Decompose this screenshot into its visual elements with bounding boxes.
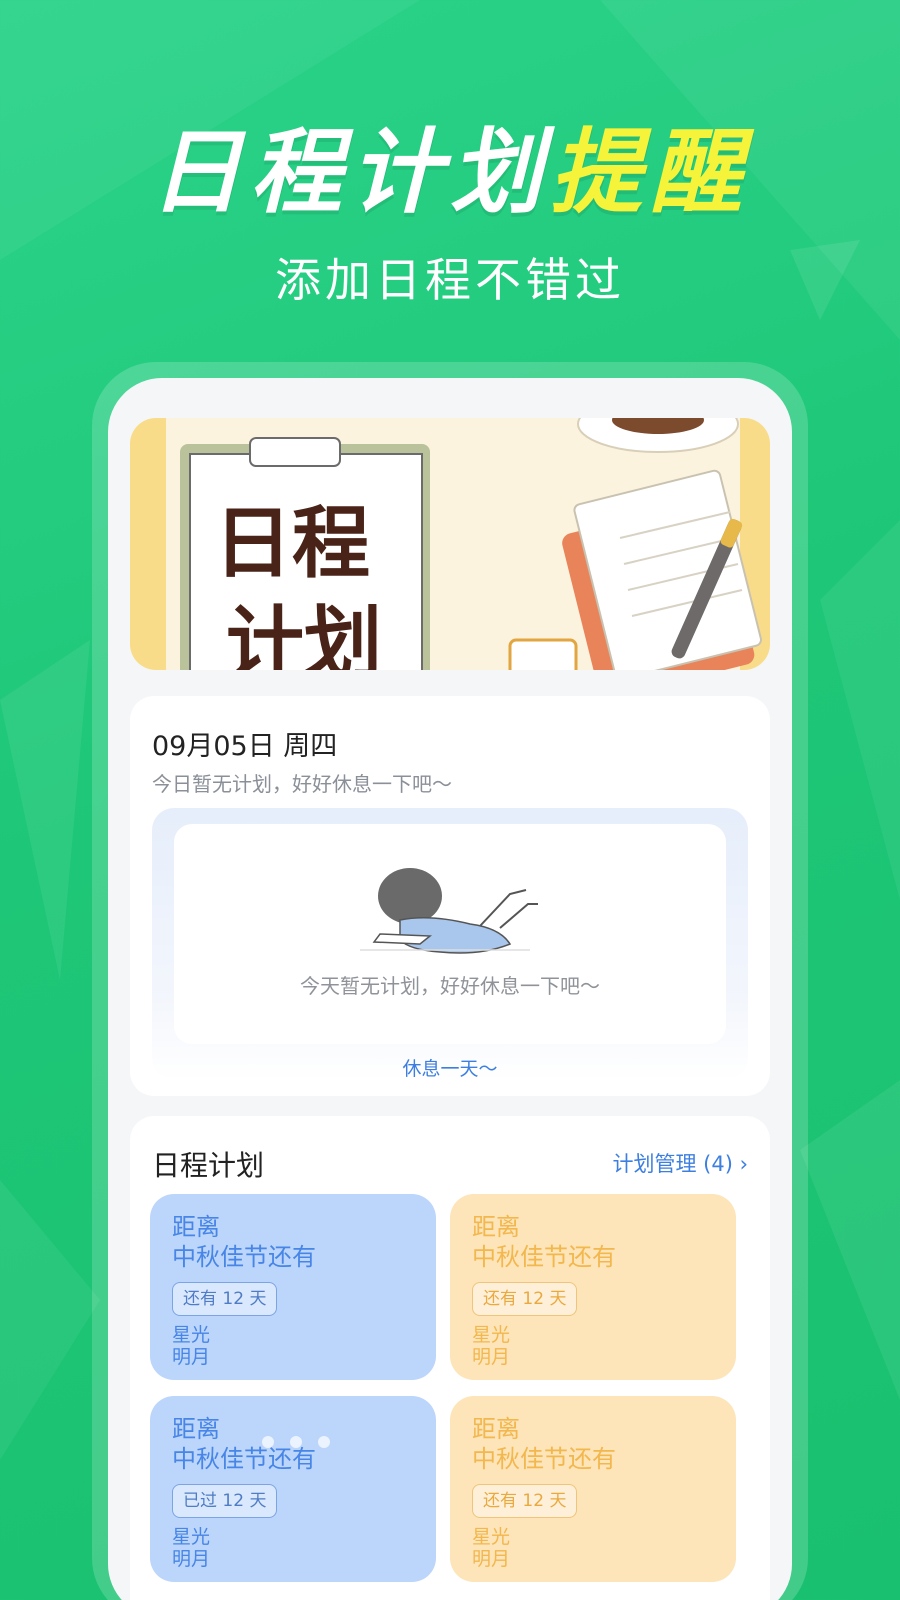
plans-section-title: 日程计划 (152, 1149, 265, 1182)
today-date: 09月05日 周四 (152, 731, 338, 762)
promo-headline: 日程计划提醒 (0, 118, 900, 228)
clipboard-icon: 日程 计划 (180, 437, 430, 670)
plan-tile-event: 中秋佳节还有 (172, 1243, 316, 1271)
schedule-plans-card: 日程计划 计划管理 (4) › 距离 中秋佳节还有 还有 12 天 星光 明月 … (130, 1116, 770, 1600)
plan-tile-line1: 距离 (472, 1213, 520, 1241)
plan-tile[interactable]: 距离 中秋佳节还有 已过 12 天 星光 明月 (150, 1396, 436, 1582)
plan-tile-line3: 星光 (172, 1526, 211, 1548)
promo-subtitle: 添加日程不错过 (275, 253, 625, 307)
plan-tile-line4: 明月 (472, 1346, 511, 1368)
plan-tile-line1: 距离 (472, 1415, 520, 1443)
plan-tile-event: 中秋佳节还有 (172, 1445, 316, 1473)
today-summary: 今日暂无计划，好好休息一下吧～ (152, 772, 452, 796)
plan-tile-event: 中秋佳节还有 (472, 1243, 616, 1271)
plan-tile[interactable]: 距离 中秋佳节还有 还有 12 天 星光 明月 (450, 1194, 736, 1380)
page-indicator-dot (318, 1436, 330, 1448)
plan-tile[interactable]: 距离 中秋佳节还有 还有 12 天 星光 明月 (150, 1194, 436, 1380)
plan-tile-line4: 明月 (172, 1346, 211, 1368)
schedule-banner[interactable]: 日程 计划 (130, 418, 770, 670)
plan-tile-line3: 星光 (472, 1526, 511, 1548)
plan-tile-line4: 明月 (172, 1548, 211, 1570)
page-indicator-dot (290, 1436, 302, 1448)
plan-tile-line1: 距离 (172, 1213, 220, 1241)
plan-tile-line3: 星光 (472, 1324, 511, 1346)
banner-illustration: 日程 计划 (130, 418, 770, 670)
svg-text:计划: 计划 (226, 599, 382, 670)
rest-day-link[interactable]: 休息一天～ (152, 1054, 748, 1081)
empty-state-inner: 今天暂无计划，好好休息一下吧～ (174, 824, 726, 1044)
plan-tile[interactable]: 距离 中秋佳节还有 还有 12 天 星光 明月 (450, 1396, 736, 1582)
resting-person-illustration (360, 868, 538, 954)
page-indicator-dot (262, 1436, 274, 1448)
svg-text:日程: 日程 (214, 499, 370, 589)
today-card: 09月05日 周四 今日暂无计划，好好休息一下吧～ 今天暂无计划，好好休息一下吧… (130, 696, 770, 1096)
plan-tile-line3: 星光 (172, 1324, 211, 1346)
plan-tile-line4: 明月 (472, 1548, 511, 1570)
plan-tile-countdown-badge: 已过 12 天 (172, 1484, 278, 1518)
phone-screen: 日程 计划 09月05日 周四 今日暂无计划，好好休息一下吧～ 今天暂无计划，好… (108, 378, 792, 1600)
promo-title-highlight: 提醒 (550, 119, 751, 226)
empty-state-panel: 今天暂无计划，好好休息一下吧～ 休息一天～ (152, 808, 748, 1080)
promo-title-main: 日程计划 (149, 119, 550, 226)
plan-tile-countdown-badge: 还有 12 天 (472, 1484, 578, 1518)
plan-management-link[interactable]: 计划管理 (4) › (613, 1148, 749, 1178)
plan-tile-countdown-badge: 还有 12 天 (172, 1282, 278, 1316)
plan-tile-event: 中秋佳节还有 (472, 1445, 616, 1473)
empty-state-text: 今天暂无计划，好好休息一下吧～ (300, 974, 600, 998)
plan-tile-countdown-badge: 还有 12 天 (472, 1282, 578, 1316)
